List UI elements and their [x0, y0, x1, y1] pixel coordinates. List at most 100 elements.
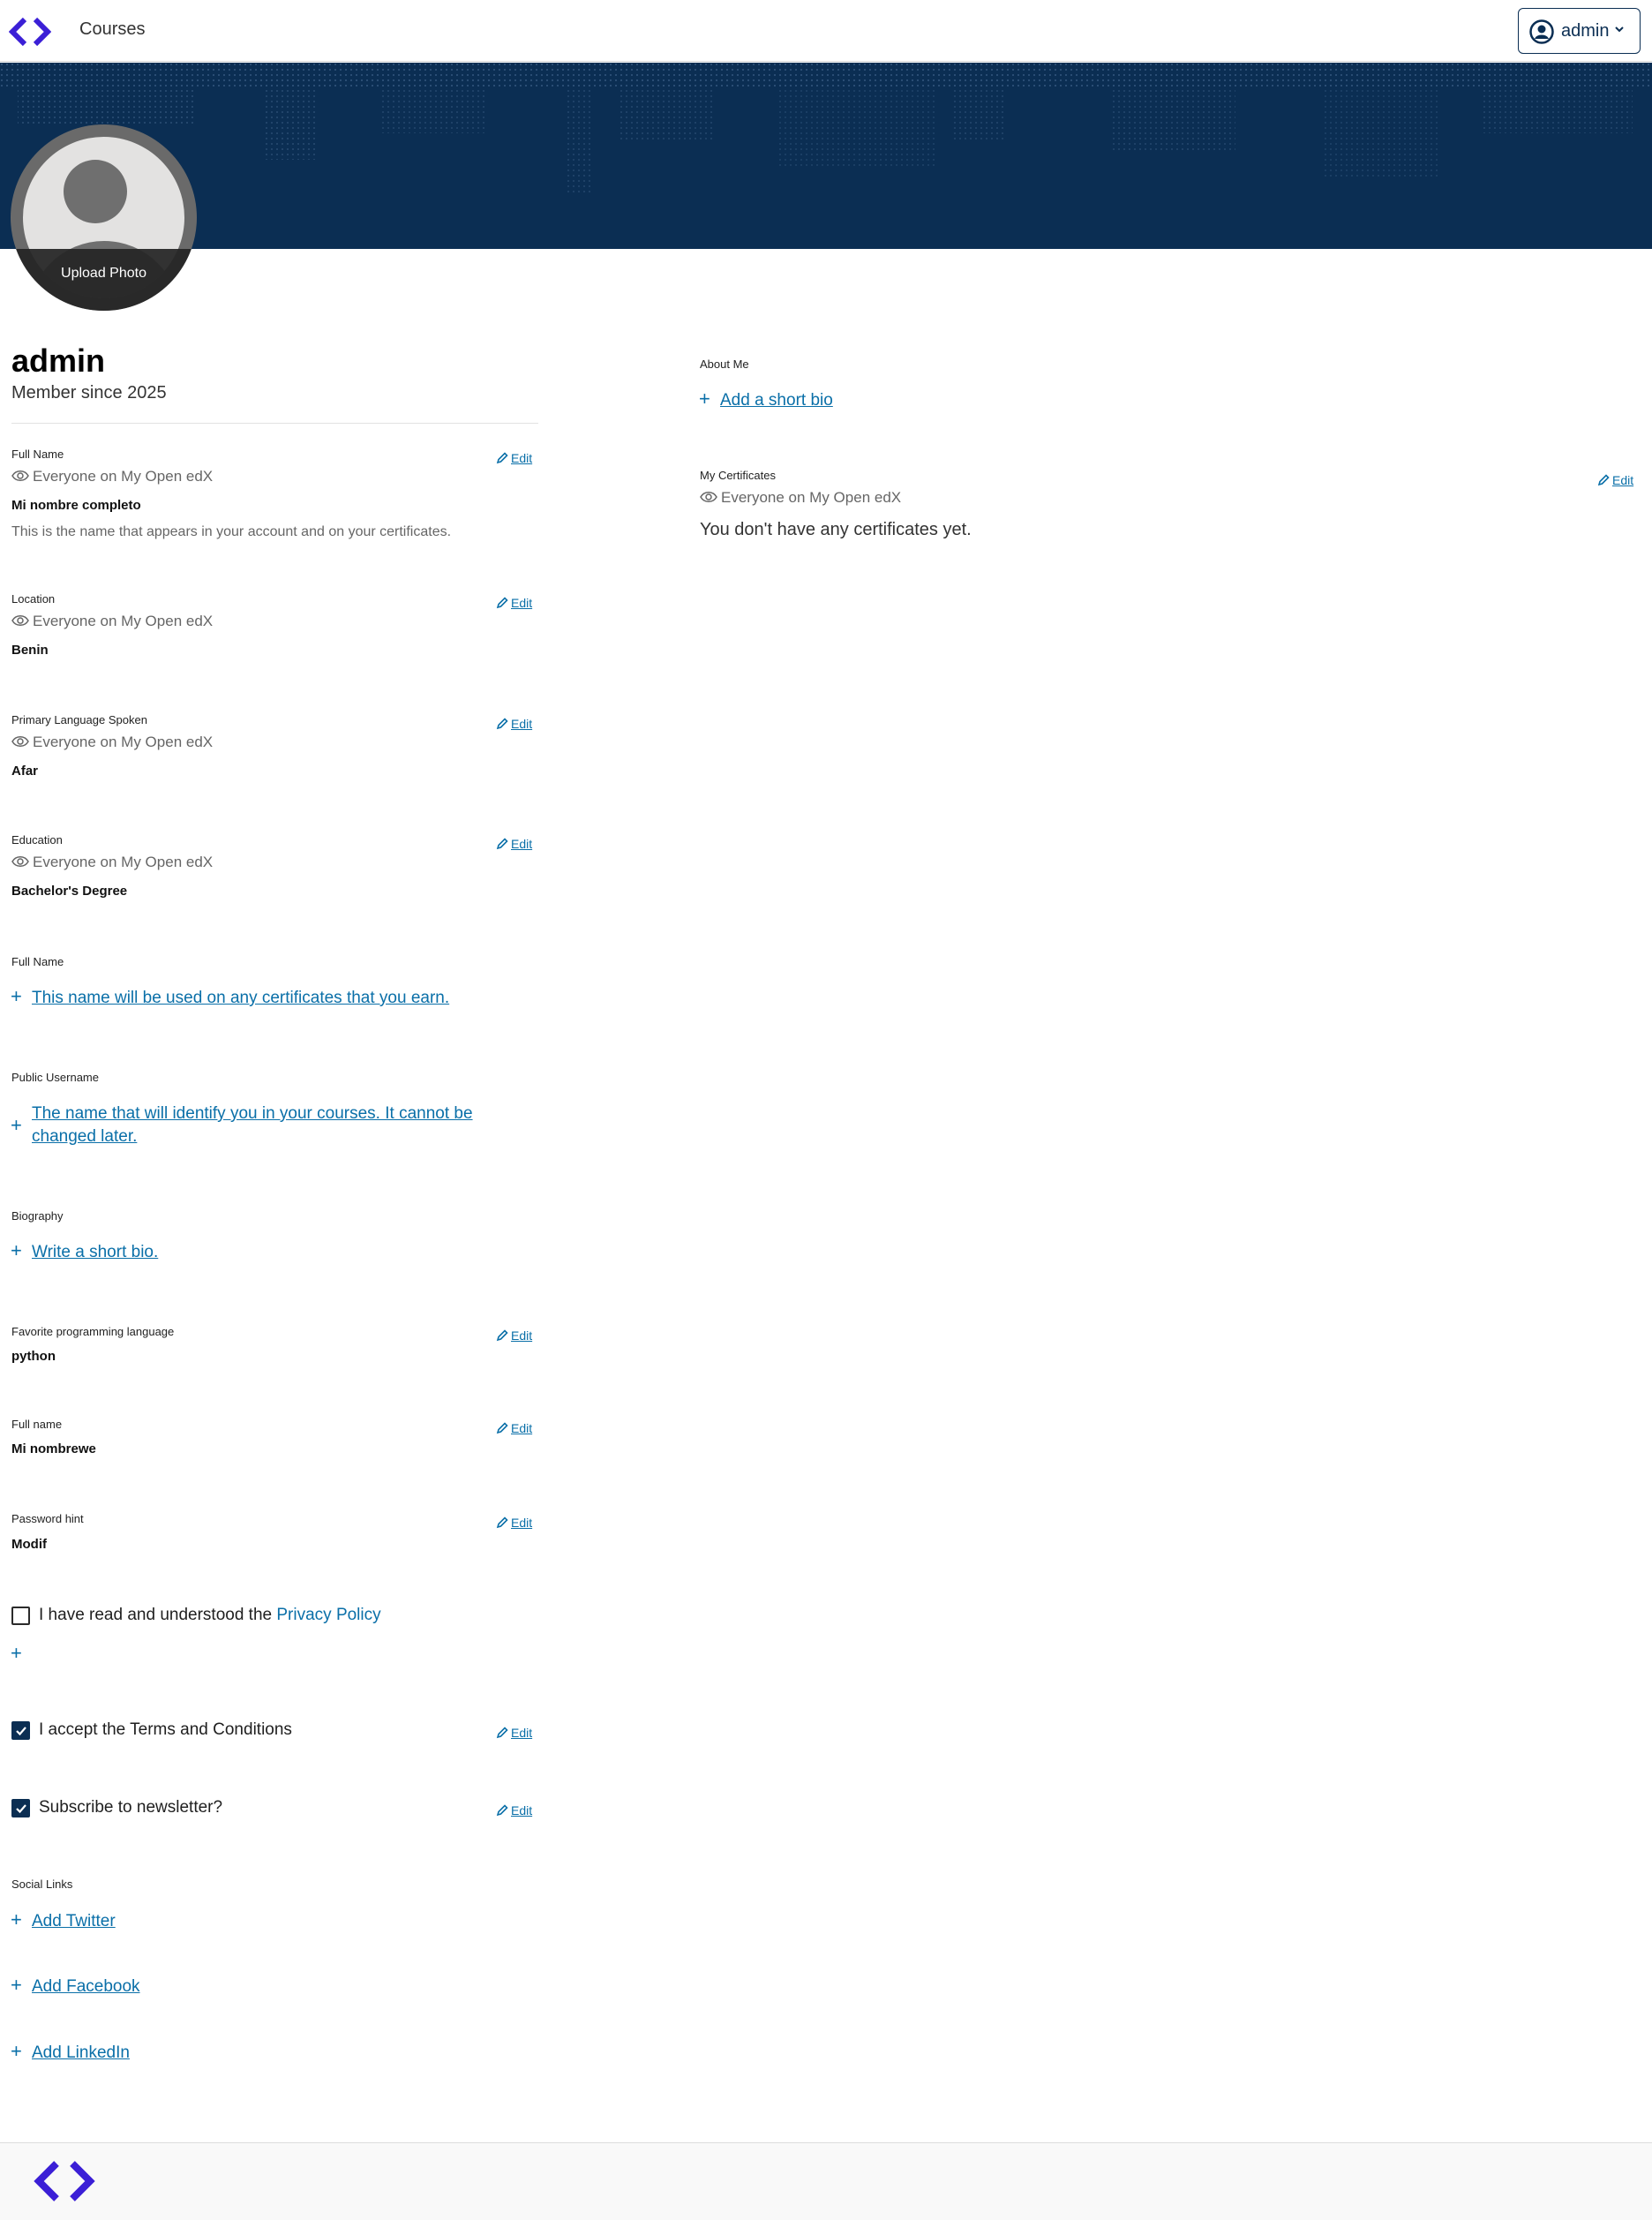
add-short-bio-link[interactable]: Add a short bio: [720, 389, 833, 412]
field-label-language: Primary Language Spoken: [11, 713, 147, 726]
site-footer: [0, 2142, 1652, 2220]
pencil-icon: [496, 1329, 508, 1342]
privacy-policy-checkbox[interactable]: [11, 1607, 30, 1625]
my-certificates-label: My Certificates: [700, 469, 776, 482]
pencil-icon: [496, 1804, 508, 1817]
plus-icon: +: [11, 1114, 22, 1136]
terms-checkbox[interactable]: [11, 1721, 30, 1740]
upload-photo-button[interactable]: Upload Photo: [11, 266, 197, 282]
field-value-full-name-3: Mi nombrewe: [11, 1441, 96, 1456]
add-public-username-line1: The name that will identify you in your …: [32, 1104, 473, 1123]
profile-banner: [0, 63, 1652, 249]
add-privacy-plus-icon[interactable]: +: [11, 1642, 22, 1665]
field-value-full-name: Mi nombre completo: [11, 498, 141, 513]
add-facebook-link[interactable]: Add Facebook: [32, 1975, 140, 1998]
newsletter-checkbox[interactable]: [11, 1799, 30, 1817]
field-visibility: Everyone on My Open edX: [11, 468, 213, 485]
edit-certificates-button[interactable]: Edit: [1597, 473, 1633, 487]
eye-icon: [11, 856, 29, 867]
plus-icon: +: [11, 1908, 22, 1930]
plus-icon: +: [11, 2040, 22, 2062]
edit-label: Edit: [511, 596, 533, 610]
field-visibility: Everyone on My Open edX: [700, 489, 901, 507]
pencil-icon: [496, 1422, 508, 1434]
edit-label: Edit: [511, 451, 533, 465]
add-full-name-link[interactable]: This name will be used on any certificat…: [32, 987, 449, 1010]
field-value-password-hint: Modif: [11, 1537, 47, 1552]
visibility-text: Everyone on My Open edX: [721, 489, 902, 506]
edit-fav-language-button[interactable]: Edit: [496, 1328, 532, 1343]
pencil-icon: [496, 718, 508, 730]
visibility-text: Everyone on My Open edX: [33, 468, 214, 485]
edit-label: Edit: [511, 1516, 533, 1530]
chevron-down-icon: [1615, 26, 1624, 33]
footer-logo-icon[interactable]: [34, 2158, 95, 2204]
profile-avatar[interactable]: Upload Photo: [11, 124, 197, 311]
visibility-text: Everyone on My Open edX: [33, 613, 214, 629]
user-menu-label: admin: [1561, 21, 1610, 41]
add-twitter-link[interactable]: Add Twitter: [32, 1910, 116, 1933]
edit-terms-button[interactable]: Edit: [496, 1726, 532, 1740]
privacy-policy-label: I have read and understood the Privacy P…: [39, 1606, 381, 1625]
add-biography-link[interactable]: Write a short bio.: [32, 1241, 158, 1264]
terms-label: I accept the Terms and Conditions: [39, 1720, 292, 1739]
field-value-fav-language: python: [11, 1349, 56, 1364]
pencil-icon: [496, 838, 508, 850]
visibility-text: Everyone on My Open edX: [33, 734, 214, 750]
pencil-icon: [496, 1727, 508, 1739]
user-avatar-icon: [1529, 19, 1554, 44]
edit-location-button[interactable]: Edit: [496, 596, 532, 610]
plus-icon: +: [699, 388, 710, 410]
pencil-icon: [496, 1516, 508, 1529]
edit-education-button[interactable]: Edit: [496, 837, 532, 851]
nav-courses-link[interactable]: Courses: [79, 19, 145, 40]
field-label-full-name: Full Name: [11, 448, 64, 461]
eye-icon: [11, 470, 29, 481]
field-label-biography: Biography: [11, 1209, 64, 1223]
eye-icon: [11, 736, 29, 747]
plus-icon: +: [11, 1974, 22, 1996]
field-label-fav-language: Favorite programming language: [11, 1325, 175, 1338]
field-label-full-name-2: Full Name: [11, 955, 64, 968]
field-help-full-name: This is the name that appears in your ac…: [11, 524, 452, 539]
divider: [11, 423, 538, 424]
privacy-policy-link[interactable]: Privacy Policy: [276, 1606, 380, 1624]
add-public-username-link[interactable]: The name that will identify you in your …: [32, 1102, 526, 1148]
banner-pattern: [0, 63, 1652, 195]
checkmark-icon: [16, 1727, 26, 1736]
avatar-head-shape: [64, 160, 127, 223]
edit-full-name-3-button[interactable]: Edit: [496, 1421, 532, 1435]
site-logo-icon[interactable]: [9, 16, 51, 48]
edit-newsletter-button[interactable]: Edit: [496, 1803, 532, 1817]
field-label-location: Location: [11, 592, 56, 606]
privacy-policy-text: I have read and understood the: [39, 1606, 277, 1624]
edit-full-name-button[interactable]: Edit: [496, 451, 532, 465]
field-label-public-username: Public Username: [11, 1071, 99, 1084]
profile-username: admin: [11, 342, 106, 379]
field-visibility: Everyone on My Open edX: [11, 734, 213, 751]
edit-label: Edit: [511, 717, 533, 731]
edit-password-hint-button[interactable]: Edit: [496, 1516, 532, 1530]
field-value-language: Afar: [11, 764, 39, 779]
field-label-full-name-3: Full name: [11, 1418, 63, 1431]
edit-label: Edit: [511, 1803, 533, 1817]
visibility-text: Everyone on My Open edX: [33, 854, 214, 870]
field-visibility: Everyone on My Open edX: [11, 854, 213, 871]
user-menu-button[interactable]: admin: [1518, 8, 1641, 54]
edit-label: Edit: [511, 1421, 533, 1435]
newsletter-label: Subscribe to newsletter?: [39, 1798, 223, 1817]
field-label-education: Education: [11, 833, 63, 847]
no-certificates-message: You don't have any certificates yet.: [700, 520, 972, 539]
edit-label: Edit: [511, 837, 533, 851]
edit-language-button[interactable]: Edit: [496, 717, 532, 731]
add-public-username-line2: changed later.: [32, 1127, 138, 1146]
field-visibility: Everyone on My Open edX: [11, 613, 213, 630]
add-linkedin-link[interactable]: Add LinkedIn: [32, 2042, 130, 2065]
social-links-label: Social Links: [11, 1878, 73, 1891]
eye-icon: [11, 615, 29, 626]
field-value-location: Benin: [11, 643, 49, 658]
member-since: Member since 2025: [11, 383, 167, 403]
edit-label: Edit: [511, 1726, 533, 1740]
checkmark-icon: [16, 1804, 26, 1814]
eye-icon: [700, 492, 717, 502]
